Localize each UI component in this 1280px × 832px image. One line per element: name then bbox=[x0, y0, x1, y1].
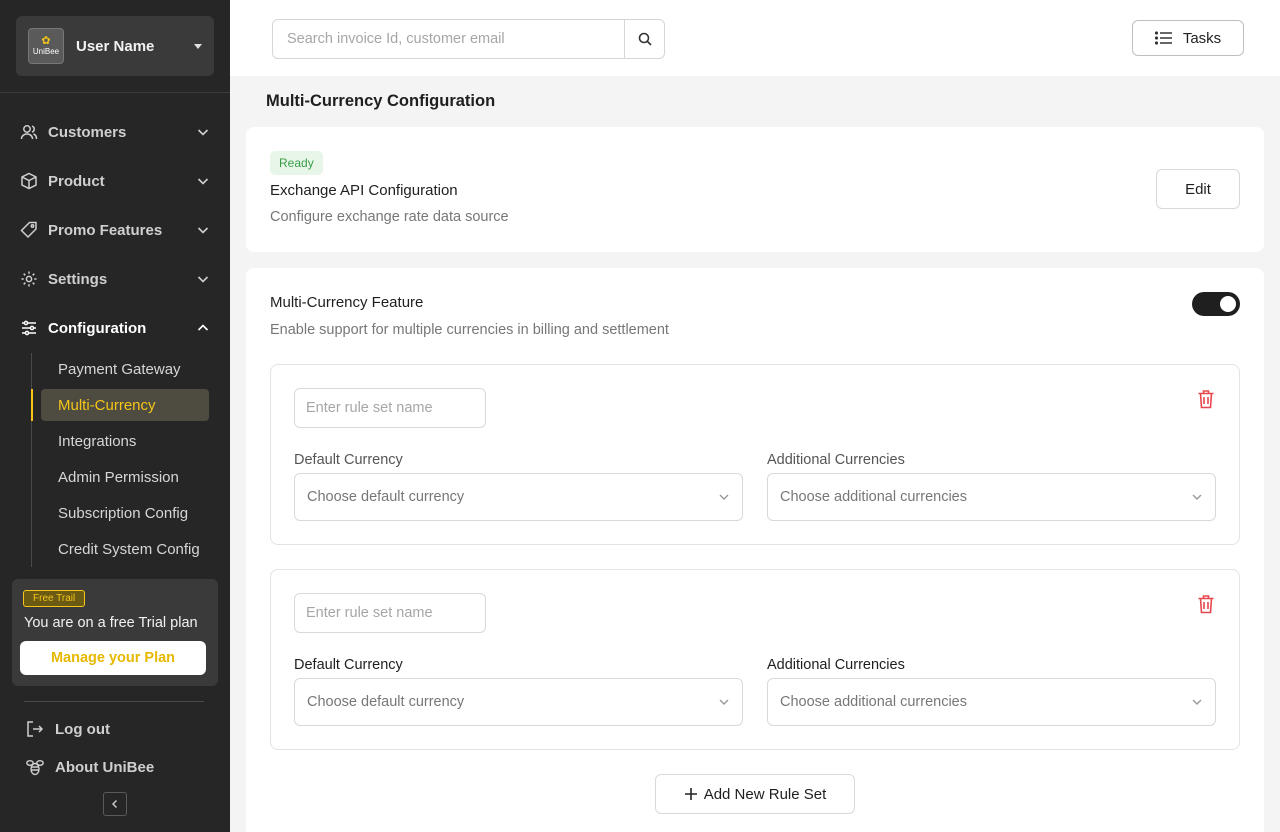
plus-icon bbox=[684, 787, 698, 801]
tag-icon bbox=[20, 221, 38, 239]
chevron-left-icon bbox=[112, 800, 117, 808]
trial-card: Free Trail You are on a free Trial plan … bbox=[12, 579, 218, 686]
trial-text: You are on a free Trial plan bbox=[24, 615, 198, 631]
default-currency-label: Default Currency bbox=[294, 452, 403, 468]
default-currency-label: Default Currency bbox=[294, 657, 403, 673]
user-name: User Name bbox=[76, 37, 155, 55]
unibee-logo: ✿ UniBee bbox=[28, 28, 64, 64]
sidebar: ✿ UniBee User Name Customers Product Pro… bbox=[0, 0, 230, 832]
rule-set-name-input[interactable] bbox=[294, 593, 486, 633]
trial-badge: Free Trail bbox=[23, 590, 86, 607]
page-title: Multi-Currency Configuration bbox=[266, 92, 496, 110]
rule-set-card: Default Currency Choose default currency… bbox=[270, 569, 1240, 750]
chevron-down-icon bbox=[719, 699, 729, 705]
chevron-up-icon bbox=[197, 324, 209, 331]
chevron-down-icon bbox=[197, 276, 209, 283]
chevron-down-icon bbox=[1192, 699, 1202, 705]
feature-description: Enable support for multiple currencies i… bbox=[270, 322, 669, 338]
chevron-down-icon bbox=[719, 494, 729, 500]
bee-icon: ✿ bbox=[41, 35, 51, 47]
bee-icon bbox=[25, 757, 45, 777]
default-currency-select[interactable]: Choose default currency bbox=[294, 473, 743, 521]
logout-icon bbox=[25, 719, 45, 739]
search-icon bbox=[638, 32, 652, 46]
multi-currency-toggle[interactable] bbox=[1192, 292, 1240, 316]
multi-currency-card: Multi-Currency Feature Enable support fo… bbox=[246, 268, 1264, 832]
subnav-item-integrations[interactable]: Integrations bbox=[41, 425, 209, 457]
subnav-item-payment-gateway[interactable]: Payment Gateway bbox=[41, 353, 209, 385]
delete-rule-set-button[interactable] bbox=[1196, 388, 1216, 410]
subnav-item-subscription-config[interactable]: Subscription Config bbox=[41, 497, 209, 529]
sliders-icon bbox=[20, 319, 38, 337]
subnav-item-admin-permission[interactable]: Admin Permission bbox=[41, 461, 209, 493]
top-header: Tasks bbox=[230, 0, 1280, 76]
search-button[interactable] bbox=[624, 20, 664, 58]
about-unibee-link[interactable]: About UniBee bbox=[25, 757, 154, 777]
sidebar-item-settings[interactable]: Settings bbox=[20, 266, 210, 292]
exchange-api-description: Configure exchange rate data source bbox=[270, 209, 509, 225]
search-input[interactable] bbox=[273, 20, 624, 58]
status-badge: Ready bbox=[270, 151, 323, 175]
chevron-down-icon bbox=[197, 227, 209, 234]
sidebar-divider bbox=[0, 92, 230, 93]
tasks-button[interactable]: Tasks bbox=[1132, 20, 1244, 56]
users-icon bbox=[20, 123, 38, 141]
sidebar-item-configuration[interactable]: Configuration bbox=[20, 315, 210, 341]
additional-currencies-select[interactable]: Choose additional currencies bbox=[767, 473, 1216, 521]
search-bar bbox=[272, 19, 665, 59]
sidebar-item-promo-features[interactable]: Promo Features bbox=[20, 217, 210, 243]
caret-down-icon bbox=[194, 43, 202, 49]
toggle-knob bbox=[1220, 296, 1236, 312]
logout-button[interactable]: Log out bbox=[25, 719, 110, 739]
list-icon bbox=[1154, 31, 1173, 45]
delete-rule-set-button[interactable] bbox=[1196, 593, 1216, 615]
exchange-api-title: Exchange API Configuration bbox=[270, 182, 458, 199]
additional-currencies-select[interactable]: Choose additional currencies bbox=[767, 678, 1216, 726]
sidebar-divider bbox=[24, 701, 204, 702]
user-menu[interactable]: ✿ UniBee User Name bbox=[16, 16, 214, 76]
exchange-api-card: Ready Exchange API Configuration Configu… bbox=[246, 127, 1264, 252]
edit-button[interactable]: Edit bbox=[1156, 169, 1240, 209]
chevron-down-icon bbox=[197, 178, 209, 185]
gear-icon bbox=[20, 270, 38, 288]
rule-set-name-input[interactable] bbox=[294, 388, 486, 428]
subnav-item-credit-system-config[interactable]: Credit System Config bbox=[41, 533, 209, 565]
rule-set-card: Default Currency Choose default currency… bbox=[270, 364, 1240, 545]
manage-plan-button[interactable]: Manage your Plan bbox=[20, 641, 206, 675]
sidebar-item-customers[interactable]: Customers bbox=[20, 119, 210, 145]
chevron-down-icon bbox=[197, 129, 209, 136]
sidebar-item-product[interactable]: Product bbox=[20, 168, 210, 194]
collapse-sidebar-button[interactable] bbox=[103, 792, 127, 816]
subnav-guide-line bbox=[31, 353, 32, 567]
box-icon bbox=[20, 172, 38, 190]
additional-currencies-label: Additional Currencies bbox=[767, 452, 905, 468]
subnav-item-multi-currency[interactable]: Multi-Currency bbox=[31, 389, 209, 421]
chevron-down-icon bbox=[1192, 494, 1202, 500]
add-rule-set-button[interactable]: Add New Rule Set bbox=[655, 774, 855, 814]
feature-title: Multi-Currency Feature bbox=[270, 294, 424, 311]
default-currency-select[interactable]: Choose default currency bbox=[294, 678, 743, 726]
trash-icon bbox=[1198, 390, 1214, 409]
additional-currencies-label: Additional Currencies bbox=[767, 657, 905, 673]
trash-icon bbox=[1198, 595, 1214, 614]
